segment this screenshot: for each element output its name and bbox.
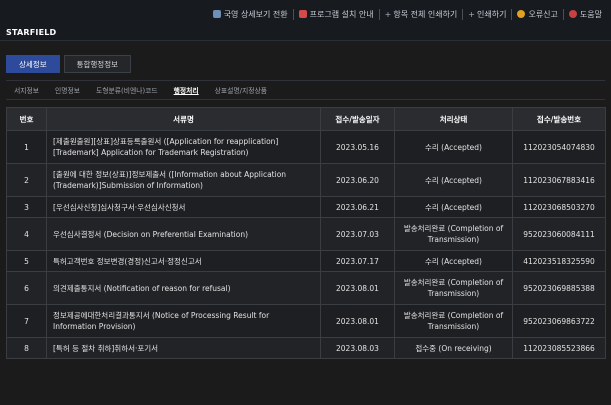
view-switch-label: 국영 상세보기 전환 xyxy=(223,9,288,19)
tab-integrated-admin-info[interactable]: 통합행정정보 xyxy=(63,55,132,73)
document-title-link[interactable]: [특허 등 절차 취하]취하서·포기서 xyxy=(46,337,321,359)
column-header-document: 서류명 xyxy=(46,107,321,131)
row-number: 3 xyxy=(6,196,47,218)
table-row: 5 특허고객번호 정보변경(경정)신고서·정정신고서 2023.07.17 수리… xyxy=(6,250,606,272)
document-title-link[interactable]: [제출원출원][상표]상표등록출원서 ([Application for rea… xyxy=(46,130,321,164)
row-status: 발송처리완료 (Completion of Transmission) xyxy=(394,271,513,305)
row-date: 2023.06.21 xyxy=(320,196,395,218)
row-receipt-number: 112023085523866 xyxy=(512,337,606,359)
print-all-link[interactable]: + 항목 전체 인쇄하기 xyxy=(378,8,463,20)
subtab-admin-processing[interactable]: 행정처리 xyxy=(166,85,207,95)
print-all-label: 항목 전체 인쇄하기 xyxy=(393,9,458,19)
row-status: 수리 (Accepted) xyxy=(394,130,513,164)
column-header-number: 번호 xyxy=(6,107,47,131)
row-status: 수리 (Accepted) xyxy=(394,250,513,272)
row-date: 2023.08.01 xyxy=(320,304,395,338)
row-date: 2023.08.01 xyxy=(320,271,395,305)
table-row: 7 정보제공에대한처리결과통지서 (Notice of Processing R… xyxy=(6,304,606,338)
row-receipt-number: 952023069863722 xyxy=(512,304,606,338)
row-date: 2023.07.03 xyxy=(320,217,395,251)
error-report-link[interactable]: 오류신고 xyxy=(511,8,562,20)
row-number: 2 xyxy=(6,163,47,197)
row-number: 7 xyxy=(6,304,47,338)
plus-icon: + xyxy=(384,10,392,19)
row-date: 2023.07.17 xyxy=(320,250,395,272)
row-status: 수리 (Accepted) xyxy=(394,163,513,197)
print-label: 인쇄하기 xyxy=(477,9,507,19)
table-row: 8 [특허 등 절차 취하]취하서·포기서 2023.08.03 접수중 (On… xyxy=(6,337,606,359)
row-status: 발송처리완료 (Completion of Transmission) xyxy=(394,217,513,251)
subtab-vienna-code[interactable]: 도형분류(비엔나)코드 xyxy=(88,85,166,95)
program-install-label: 프로그램 설치 안내 xyxy=(309,9,374,19)
row-status: 접수중 (On receiving) xyxy=(394,337,513,359)
row-date: 2023.08.03 xyxy=(320,337,395,359)
main-tabs: 상세정보 통합행정정보 xyxy=(6,55,135,73)
table-row: 6 의견제출통지서 (Notification of reason for re… xyxy=(6,271,606,305)
column-header-receipt-number: 접수/발송번호 xyxy=(512,107,606,131)
tab-detail-info[interactable]: 상세정보 xyxy=(6,55,60,73)
row-number: 5 xyxy=(6,250,47,272)
document-title-link[interactable]: 정보제공에대한처리결과통지서 (Notice of Processing Res… xyxy=(46,304,321,338)
top-bar: 국영 상세보기 전환 프로그램 설치 안내 + 항목 전체 인쇄하기 + 인쇄하… xyxy=(0,0,611,41)
row-receipt-number: 112023067883416 xyxy=(512,163,606,197)
view-switch-link[interactable]: 국영 상세보기 전환 xyxy=(208,9,293,20)
admin-processing-table: 번호 서류명 접수/발송일자 처리상태 접수/발송번호 1 [제출원출원][상표… xyxy=(6,107,606,359)
column-header-status: 처리상태 xyxy=(394,107,513,131)
warning-icon xyxy=(517,10,526,18)
subtab-designated-goods[interactable]: 상표설명/지정상품 xyxy=(207,85,275,95)
table-row: 4 우선심사결정서 (Decision on Preferential Exam… xyxy=(6,217,606,251)
document-icon xyxy=(298,10,307,18)
document-title-link[interactable]: [우선심사신청]심사청구서·우선심사신청서 xyxy=(46,196,321,218)
brand-title: STARFIELD xyxy=(6,28,57,37)
document-title-link[interactable]: 의견제출통지서 (Notification of reason for refu… xyxy=(46,271,321,305)
help-icon xyxy=(568,10,577,18)
row-number: 4 xyxy=(6,217,47,251)
row-receipt-number: 952023069885388 xyxy=(512,271,606,305)
row-status: 발송처리완료 (Completion of Transmission) xyxy=(394,304,513,338)
table-row: 3 [우선심사신청]심사청구서·우선심사신청서 2023.06.21 수리 (A… xyxy=(6,196,606,218)
row-date: 2023.06.20 xyxy=(320,163,395,197)
subtab-bibliographic[interactable]: 서지정보 xyxy=(6,85,47,95)
table-header-row: 번호 서류명 접수/발송일자 처리상태 접수/발송번호 xyxy=(6,107,606,131)
row-number: 1 xyxy=(6,130,47,164)
row-number: 8 xyxy=(6,337,47,359)
help-link[interactable]: 도움말 xyxy=(562,8,607,20)
sub-tabs: 서지정보 인명정보 도형분류(비엔나)코드 행정처리 상표설명/지정상품 xyxy=(6,80,605,100)
top-links: 국영 상세보기 전환 프로그램 설치 안내 + 항목 전체 인쇄하기 + 인쇄하… xyxy=(208,6,607,22)
error-report-label: 오류신고 xyxy=(528,9,558,19)
row-receipt-number: 412023518325590 xyxy=(512,250,606,272)
print-link[interactable]: + 인쇄하기 xyxy=(462,8,511,20)
subtab-person-info[interactable]: 인명정보 xyxy=(47,85,88,95)
row-receipt-number: 112023054074830 xyxy=(512,130,606,164)
monitor-icon xyxy=(212,10,221,18)
row-receipt-number: 952023060084111 xyxy=(512,217,606,251)
help-label: 도움말 xyxy=(579,9,602,19)
column-header-date: 접수/발송일자 xyxy=(320,107,395,131)
row-number: 6 xyxy=(6,271,47,305)
plus-icon: + xyxy=(468,10,475,19)
document-title-link[interactable]: 특허고객번호 정보변경(경정)신고서·정정신고서 xyxy=(46,250,321,272)
document-title-link[interactable]: 우선심사결정서 (Decision on Preferential Examin… xyxy=(46,217,321,251)
program-install-link[interactable]: 프로그램 설치 안내 xyxy=(292,8,379,20)
document-title-link[interactable]: [출원에 대한 정보(상표)]정보제출서 ([Information about… xyxy=(46,163,321,197)
row-date: 2023.05.16 xyxy=(320,130,395,164)
row-status: 수리 (Accepted) xyxy=(394,196,513,218)
row-receipt-number: 112023068503270 xyxy=(512,196,606,218)
table-row: 1 [제출원출원][상표]상표등록출원서 ([Application for r… xyxy=(6,130,606,164)
table-row: 2 [출원에 대한 정보(상표)]정보제출서 ([Information abo… xyxy=(6,163,606,197)
